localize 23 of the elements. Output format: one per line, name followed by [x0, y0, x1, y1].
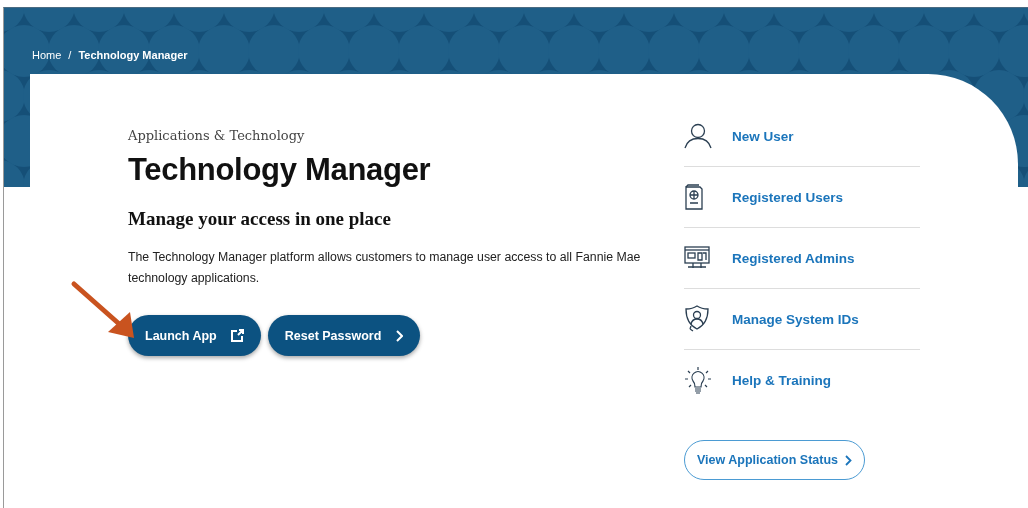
nav-link[interactable]: Help & Training — [684, 350, 920, 411]
passport-icon — [684, 184, 704, 210]
description: The Technology Manager platform allows customers to manage user access to all Fannie Mae technology applications. — [128, 249, 642, 287]
category-label: Applications & Technology — [128, 128, 305, 143]
chevron-right-icon — [845, 454, 852, 466]
nav-link[interactable]: Registered Users — [684, 167, 920, 228]
nav-link[interactable]: Registered Admins — [684, 228, 920, 289]
nav-link[interactable]: Manage System IDs — [684, 289, 920, 350]
reset-password-button[interactable]: Reset Password — [267, 315, 421, 356]
nav-link[interactable]: New User — [684, 106, 920, 167]
user-icon — [684, 123, 712, 149]
launch-app-button[interactable]: Launch App — [128, 315, 261, 356]
breadcrumb-separator: / — [68, 49, 72, 61]
monitor-icon — [684, 246, 710, 270]
lightbulb-icon — [684, 365, 712, 396]
page-subtitle: Manage your access in one place — [128, 208, 391, 230]
shield-icon — [684, 305, 710, 333]
breadcrumb-link[interactable]: Home — [32, 49, 62, 61]
chevron-right-icon — [395, 329, 404, 342]
page-title: Technology Manager — [128, 152, 431, 188]
breadcrumb-link[interactable]: Technology Manager — [78, 49, 188, 61]
external-link-icon — [230, 329, 244, 342]
view-status-button[interactable]: View Application Status — [684, 440, 865, 480]
